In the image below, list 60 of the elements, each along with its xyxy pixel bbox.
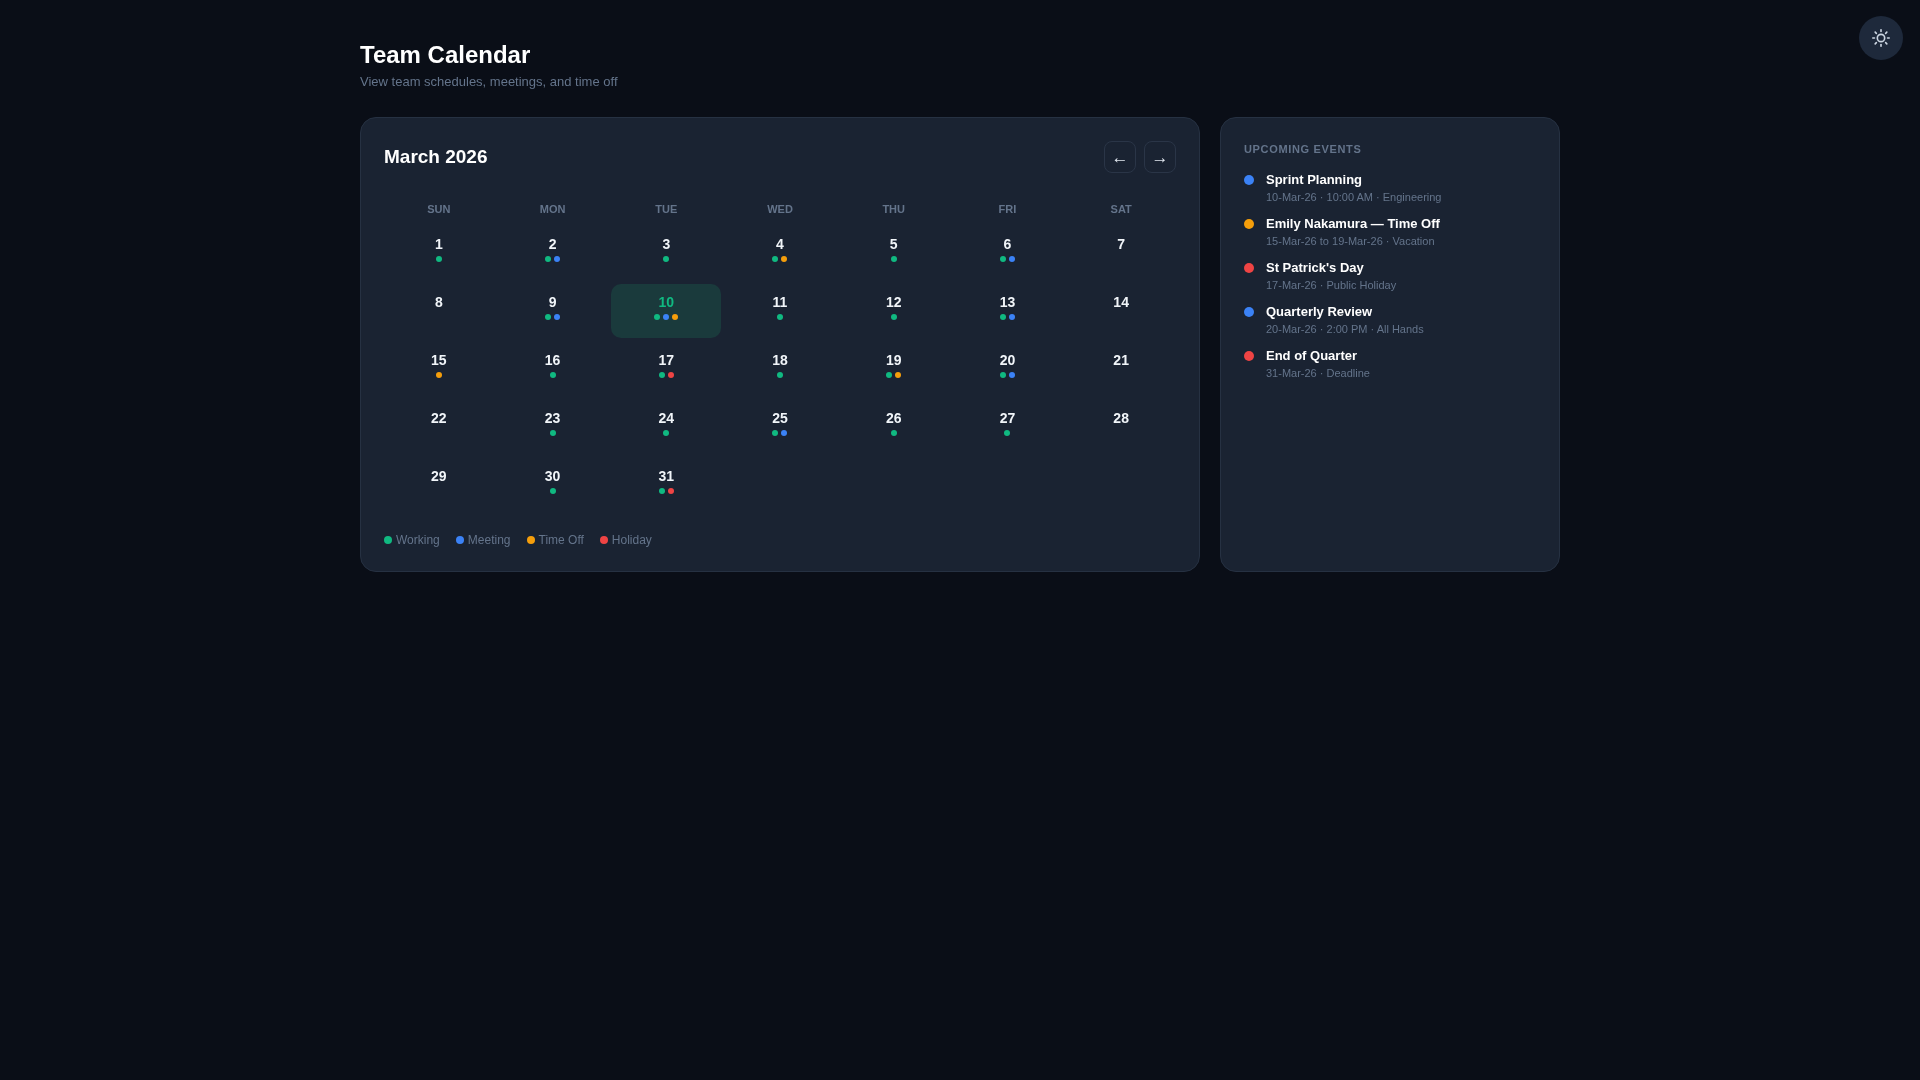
event-details: 31-Mar-26 · Deadline — [1266, 366, 1370, 381]
day-cell[interactable]: 12 — [838, 284, 949, 338]
sun-icon — [1872, 29, 1890, 47]
section-heading: UPCOMING EVENTS — [1244, 142, 1362, 157]
event-title: Sprint Planning — [1266, 171, 1363, 189]
event-title: Emily Nakamura — Time Off — [1266, 215, 1440, 233]
day-cell[interactable]: 19 — [838, 342, 949, 396]
day-cell[interactable]: 14 — [1066, 284, 1176, 338]
day-cell[interactable]: 15 — [384, 342, 494, 396]
day-cell[interactable]: 26 — [838, 400, 949, 454]
day-cell[interactable]: 24 — [611, 400, 722, 454]
day-cell[interactable]: 16 — [497, 342, 608, 396]
day-cell[interactable]: 17 — [611, 342, 722, 396]
event-details: 10-Mar-26 · 10:00 AM · Engineering — [1266, 190, 1442, 205]
day-cell[interactable]: 27 — [952, 400, 1063, 454]
day-cell[interactable]: 8 — [384, 284, 494, 338]
day-cell[interactable]: 1 — [384, 226, 494, 280]
day-cell[interactable]: 18 — [725, 342, 835, 396]
previous-month-button[interactable]: ← — [1104, 141, 1136, 173]
weekday-label: SAT — [1109, 202, 1133, 217]
theme-toggle-button[interactable] — [1859, 16, 1903, 60]
month-title: March 2026 — [384, 145, 488, 169]
legend-label: Working — [396, 532, 440, 548]
weekday-label: WED — [766, 202, 794, 217]
day-cell[interactable]: 3 — [611, 226, 722, 280]
day-cell[interactable]: 10 — [611, 284, 722, 338]
day-cell[interactable]: 7 — [1066, 226, 1176, 280]
day-cell[interactable]: 13 — [952, 284, 1063, 338]
day-cell[interactable]: 20 — [952, 342, 1063, 396]
day-cell[interactable]: 11 — [725, 284, 835, 338]
weekday-label: THU — [881, 202, 906, 217]
weekday-label: TUE — [654, 202, 679, 217]
day-cell[interactable]: 21 — [1066, 342, 1176, 396]
weekday-label: FRI — [997, 202, 1018, 217]
event-details: 17-Mar-26 · Public Holiday — [1266, 278, 1397, 293]
day-cell[interactable]: 22 — [384, 400, 494, 454]
weekday-label: SUN — [426, 202, 452, 217]
day-cell[interactable]: 23 — [497, 400, 608, 454]
event-title: Quarterly Review — [1266, 303, 1373, 321]
legend-label: Meeting — [467, 532, 511, 548]
day-cell[interactable]: 9 — [497, 284, 608, 338]
day-cell[interactable]: 28 — [1066, 400, 1176, 454]
day-cell[interactable]: 25 — [725, 400, 835, 454]
event-title: St Patrick's Day — [1266, 259, 1364, 277]
day-cell[interactable]: 2 — [497, 226, 608, 280]
next-month-button[interactable]: → — [1144, 141, 1176, 173]
day-cell[interactable]: 4 — [725, 226, 835, 280]
page-title: Team Calendar — [360, 40, 531, 69]
weekday-label: MON — [538, 202, 567, 217]
day-cell[interactable]: 31 — [611, 458, 722, 512]
day-cell[interactable]: 6 — [952, 226, 1063, 280]
legend-label: Time Off — [538, 532, 584, 548]
legend-label: Holiday — [611, 532, 652, 548]
event-details: 15-Mar-26 to 19-Mar-26 · Vacation — [1266, 234, 1435, 249]
day-cell[interactable]: 30 — [497, 458, 608, 512]
event-details: 20-Mar-26 · 2:00 PM · All Hands — [1266, 322, 1424, 337]
event-title: End of Quarter — [1266, 347, 1357, 365]
day-cell[interactable]: 5 — [838, 226, 949, 280]
page-subtitle: View team schedules, meetings, and time off — [360, 73, 618, 91]
day-cell[interactable]: 29 — [384, 458, 494, 512]
